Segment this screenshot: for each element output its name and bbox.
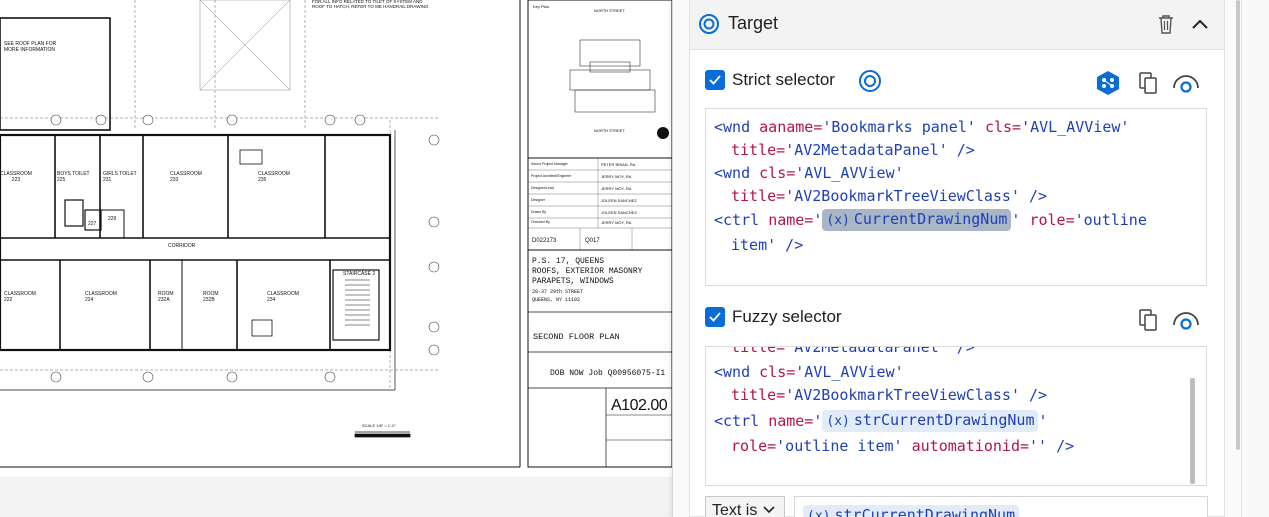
- text-value-variable-chip[interactable]: (x) strCurrentDrawingNum: [803, 505, 1020, 517]
- code-line: <ctrl name=' (x) strCurrentDrawingNum ': [714, 410, 1048, 432]
- role-label: Senior Project Manager: [531, 162, 568, 166]
- code-line: item' />: [731, 236, 804, 254]
- fuzzy-selector-label: Fuzzy selector: [732, 307, 842, 326]
- fuzzy-editor-scrollbar[interactable]: [1190, 378, 1195, 484]
- target-icon[interactable]: [858, 69, 882, 93]
- role-label: Designer: [531, 198, 546, 202]
- person-name: PETER BRIAN, RA: [601, 162, 636, 167]
- variable-icon: (x): [826, 414, 850, 429]
- project-line: P.S. 17, QUEENS: [532, 257, 605, 266]
- design-number: D022173: [532, 238, 557, 244]
- person-name: JERRY MOY, RA: [601, 174, 632, 179]
- strict-selector-label: Strict selector: [732, 70, 835, 89]
- variable-icon: (x): [807, 509, 831, 517]
- drawing-title: SECOND FLOOR PLAN: [533, 332, 620, 342]
- role-label: Drawn By: [531, 210, 547, 214]
- person-name: JOLEEN SANCHEZ: [601, 198, 637, 203]
- room-label: BOYS TOILET 225: [57, 171, 90, 183]
- key-plan-label: Key Plan: [533, 4, 550, 9]
- role-label: Designer/Lead: [531, 186, 554, 190]
- person-name: JERRY MOY, RA: [601, 220, 632, 225]
- checkmark-icon: [709, 312, 721, 322]
- code-line: <wnd aaname='Bookmarks panel' cls='AVL_A…: [714, 118, 1130, 136]
- room-label: ROOM 232A: [158, 291, 174, 303]
- project-line: QUEENS, NY 11102: [532, 297, 581, 303]
- ui-explorer-icon[interactable]: [1095, 70, 1121, 96]
- code-line: title='AV2BookmarkTreeViewClass' />: [731, 386, 1048, 404]
- fuzzy-selector-checkbox[interactable]: [705, 307, 725, 327]
- code-line: <wnd cls='AVL_AVView': [714, 363, 904, 381]
- fuzzy-selector-editor[interactable]: title='AV2MetadataPanel' /> <wnd cls='AV…: [705, 346, 1207, 486]
- copy-icon[interactable]: [1137, 308, 1159, 332]
- north-street-bottom: NORTH STREET: [594, 128, 626, 133]
- room-label: STAIRCASE 2: [343, 271, 376, 277]
- project-line: ROOFS, EXTERIOR MASONRY: [532, 267, 643, 276]
- trash-icon[interactable]: [1156, 13, 1176, 35]
- room-label: 229: [108, 216, 117, 222]
- north-street-top: NORTH STREET: [594, 8, 626, 13]
- strict-selector-checkbox[interactable]: [705, 70, 725, 90]
- highlight-eye-icon[interactable]: [1172, 71, 1200, 95]
- code-line: <ctrl name=' (x) CurrentDrawingNum ' role='…: [714, 209, 1147, 231]
- target-section-title: Target: [728, 13, 779, 33]
- target-icon: [699, 14, 719, 34]
- chevron-down-icon: [763, 506, 775, 514]
- roof-plan-note: SEE ROOF PLAN FOR MORE INFORMATION: [4, 41, 57, 53]
- variable-chip-current-drawing-num[interactable]: (x) CurrentDrawingNum: [822, 209, 1012, 231]
- variable-icon: (x): [826, 213, 850, 228]
- building-code: Q017: [585, 238, 600, 244]
- top-general-note: FOR ALL INFO RELATED TO TILET OF SYSTEM …: [312, 0, 429, 9]
- code-line: title='AV2MetadataPanel' />: [731, 346, 975, 356]
- code-line: title='AV2BookmarkTreeViewClass' />: [731, 187, 1048, 205]
- project-line: PARAPETS, WINDOWS: [532, 277, 614, 286]
- room-label: CORRIDOR: [168, 243, 196, 249]
- role-label: Project Architect/Engineer: [531, 174, 572, 178]
- role-label: Checked By: [531, 220, 550, 224]
- code-line: <wnd cls='AVL_AVView': [714, 164, 904, 182]
- code-line: title='AV2MetadataPanel' />: [731, 141, 975, 159]
- project-line: 28-37 29th STREET: [532, 289, 584, 295]
- room-label: CLASSROOM 223: [0, 171, 32, 183]
- pdf-drawing-viewer[interactable]: SEE ROOF PLAN FOR MORE INFORMATION FOR AL…: [0, 0, 672, 517]
- scale-note: SCALE 1/8" = 1'-0": [362, 423, 396, 428]
- room-label: CLASSROOM 222: [4, 291, 36, 303]
- person-name: JERRY MOY, RA: [601, 186, 632, 191]
- copy-icon[interactable]: [1137, 71, 1159, 95]
- floor-plan-graphic: [0, 0, 672, 468]
- strict-selector-editor[interactable]: <wnd aaname='Bookmarks panel' cls='AVL_A…: [705, 108, 1207, 286]
- checkmark-icon: [709, 75, 721, 85]
- panel-edge: [1241, 0, 1269, 517]
- room-label: CLASSROOM 233: [170, 171, 202, 183]
- room-label: CLASSROOM 224: [85, 291, 117, 303]
- person-name: JOLEEN SANCHEZ: [601, 210, 637, 215]
- panel-scrollbar[interactable]: [1236, 0, 1240, 450]
- room-label: GIRLS TOILET 231: [103, 171, 137, 183]
- room-label: ROOM 232B: [203, 291, 219, 303]
- variable-chip-str-current-drawing-num[interactable]: (x) strCurrentDrawingNum: [822, 410, 1039, 432]
- room-label: 227: [88, 221, 97, 227]
- code-line: role='outline item' automationid='' />: [731, 437, 1075, 455]
- room-label: CLASSROOM 234: [267, 291, 299, 303]
- highlight-eye-icon[interactable]: [1172, 308, 1200, 332]
- drawing-sheet: SEE ROOF PLAN FOR MORE INFORMATION FOR AL…: [0, 0, 672, 477]
- room-label: CLASSROOM 235: [258, 171, 290, 183]
- chevron-up-icon[interactable]: [1190, 15, 1210, 33]
- dob-job-line: DOB NOW Job Q00956075-I1: [550, 369, 666, 378]
- sheet-number: A102.00: [611, 397, 668, 414]
